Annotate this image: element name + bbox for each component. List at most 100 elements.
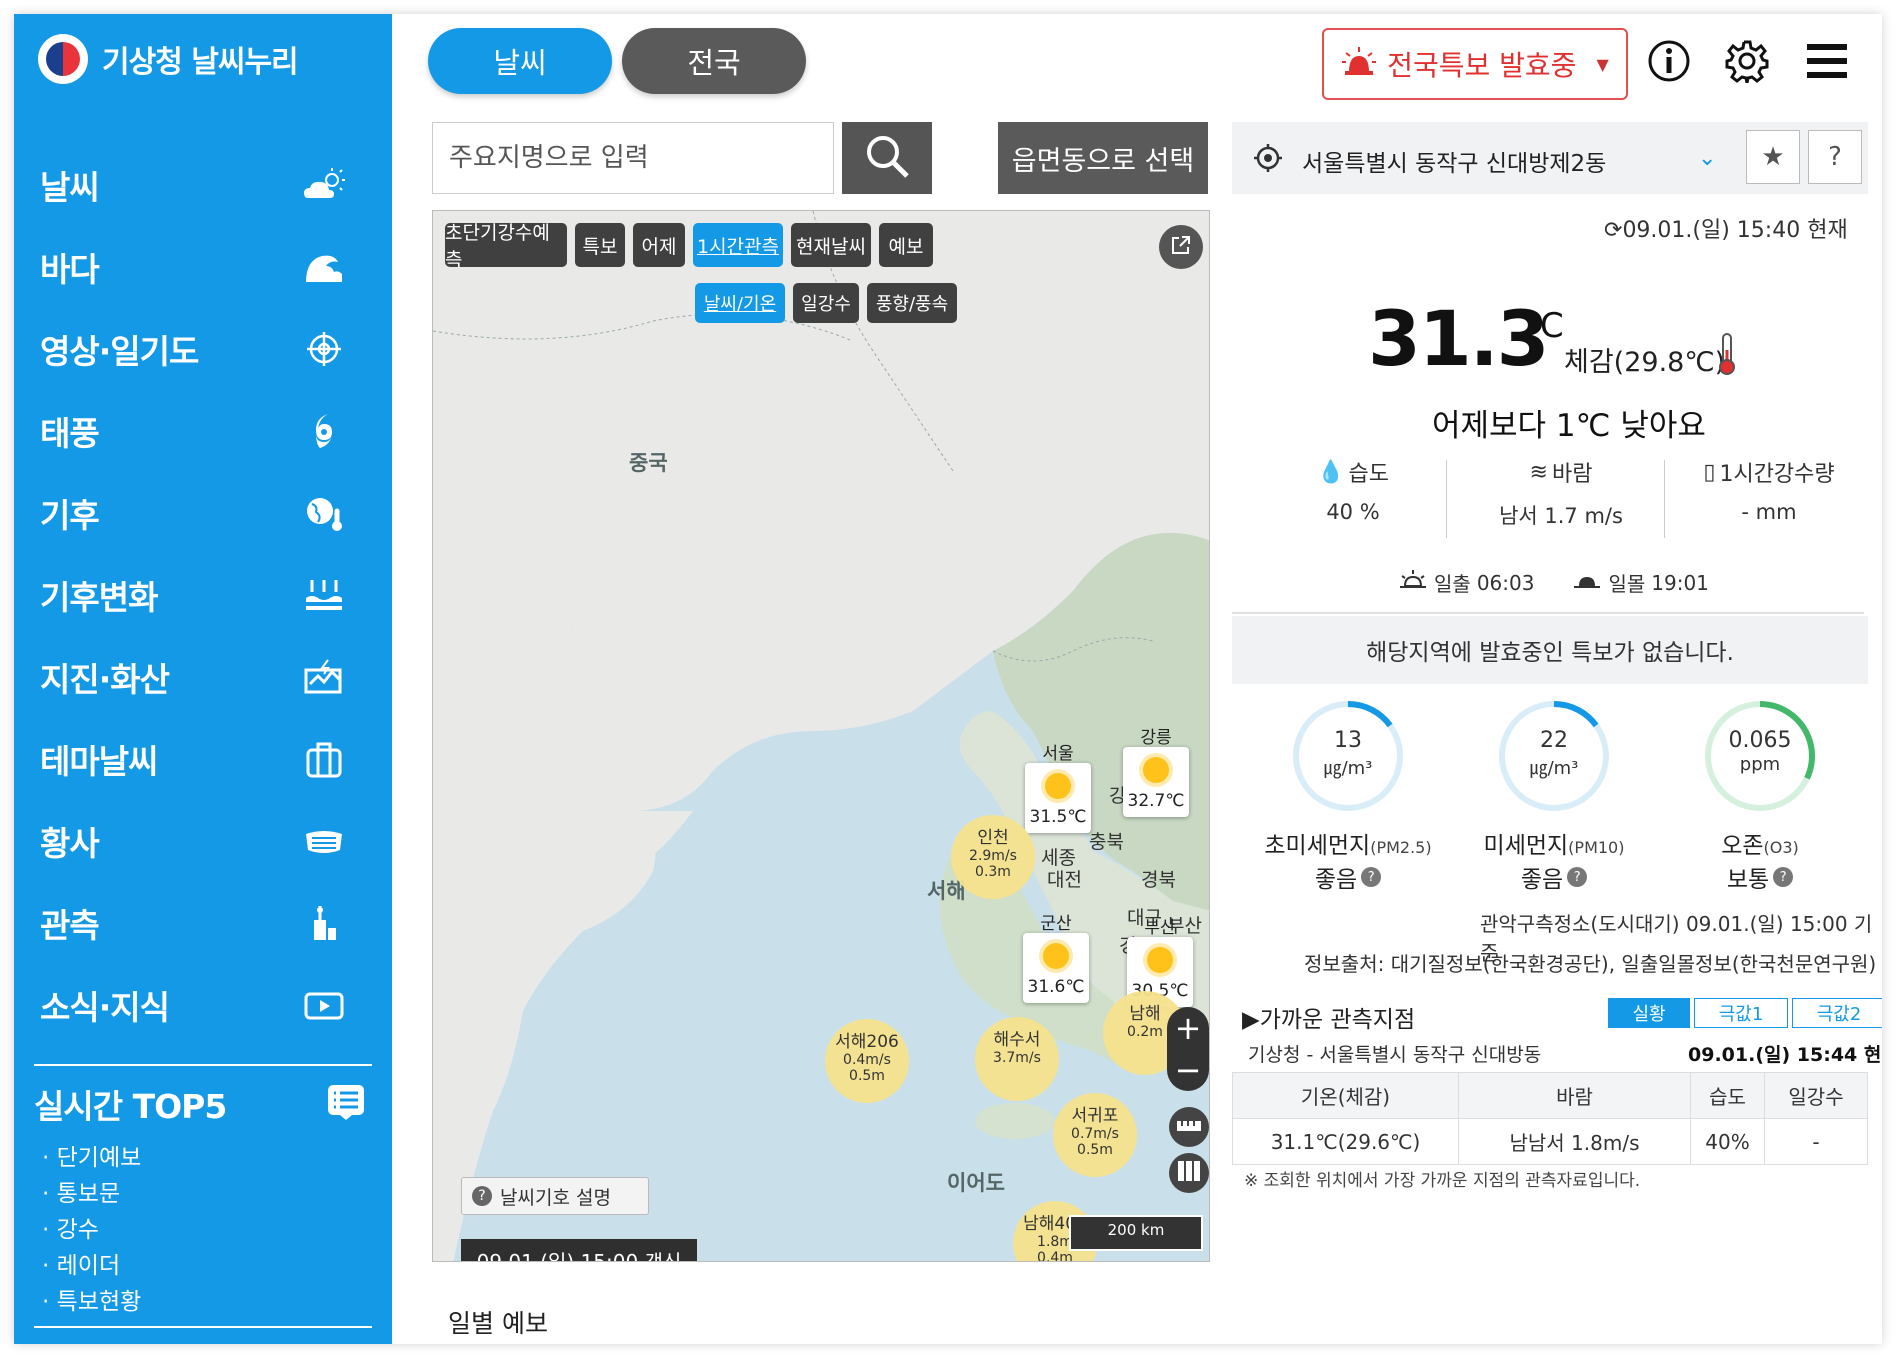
- sidebar-item-label: 황사: [40, 824, 100, 863]
- marine-station-name: 인천: [977, 828, 1009, 848]
- emd-select-button[interactable]: 읍면동으로 선택: [998, 122, 1208, 194]
- sidebar-item-yellow-dust[interactable]: 황사: [14, 800, 392, 882]
- sidebar-item-typhoon[interactable]: 태풍: [14, 390, 392, 472]
- satellite-target-icon: [298, 329, 350, 369]
- refresh-icon[interactable]: ⟳: [1604, 218, 1622, 243]
- tab-realtime[interactable]: 실황: [1608, 998, 1690, 1028]
- national-alert-dropdown[interactable]: 전국특보 발효중 ▼: [1322, 28, 1628, 100]
- hamburger-menu-icon: [1807, 41, 1847, 85]
- info-button[interactable]: [1642, 36, 1696, 90]
- map-label-china: 중국: [629, 451, 668, 475]
- table-header: 기온(체감): [1232, 1072, 1459, 1119]
- map-subtab-wind[interactable]: 풍향/풍속: [867, 283, 957, 323]
- top5-item[interactable]: 단기예보: [42, 1140, 372, 1176]
- ozone-gauge: 0.065 ppm: [1702, 698, 1818, 814]
- location-selector[interactable]: 서울특별시 동작구 신대방제2동 ⌄ ★ ?: [1232, 122, 1868, 194]
- chevron-down-icon[interactable]: ⌄: [1698, 146, 1716, 171]
- sidebar-item-earthquake[interactable]: 지진·화산: [14, 636, 392, 718]
- top5-title: 실시간 TOP5: [34, 1087, 227, 1126]
- station-temp: 31.6℃: [1027, 977, 1085, 997]
- rising-sea-icon: [298, 575, 350, 615]
- top5-item[interactable]: 특보현황: [42, 1284, 372, 1320]
- table-header: 바람: [1458, 1072, 1691, 1119]
- marine-wind: 0.4m/s: [843, 1052, 891, 1068]
- kma-logo[interactable]: 기상청 날씨누리: [38, 34, 299, 84]
- marine-station-seogwipo[interactable]: 서귀포 0.7m/s 0.5m: [1053, 1093, 1137, 1177]
- data-source: 정보출처: 대기질정보(한국환경공단), 일출일몰정보(한국천문연구원): [1304, 952, 1877, 976]
- marine-station-incheon[interactable]: 인천 2.9m/s 0.3m: [951, 815, 1035, 899]
- pm25-gauge: 13 ㎍/m³: [1290, 698, 1406, 814]
- weather-map[interactable]: 초단기강수예측 특보 어제 1시간관측 현재날씨 예보 날씨/기온 일강수 풍향…: [432, 210, 1210, 1262]
- top5-item[interactable]: 통보문: [42, 1176, 372, 1212]
- table-row: 31.1℃(29.6℃) 남남서 1.8m/s 40% -: [1232, 1118, 1868, 1165]
- weather-symbol-legend-button[interactable]: ? 날씨기호 설명: [461, 1177, 649, 1215]
- thermometer-icon: [1717, 332, 1737, 376]
- observation-tower-icon: [298, 903, 350, 943]
- sidebar-item-weather[interactable]: 날씨: [14, 144, 392, 226]
- tab-nation[interactable]: 전국: [622, 28, 806, 94]
- location-name: 서울특별시 동작구 신대방제2동: [1302, 151, 1607, 177]
- my-location-icon[interactable]: [1254, 144, 1282, 172]
- help-button[interactable]: ?: [1808, 130, 1862, 184]
- zoom-in-button[interactable]: +: [1167, 1007, 1209, 1049]
- search-icon: [863, 132, 911, 184]
- rain-label: 1시간강수량: [1719, 462, 1835, 487]
- info-icon: [1647, 39, 1691, 87]
- sidebar-item-climate-change[interactable]: 기후변화: [14, 554, 392, 636]
- sidebar-item-sea[interactable]: 바다: [14, 226, 392, 308]
- map-tab-current[interactable]: 현재날씨: [791, 223, 871, 267]
- list-board-icon[interactable]: [326, 1083, 366, 1125]
- typhoon-icon: [298, 411, 350, 451]
- station-name: 서울: [1042, 744, 1074, 764]
- map-subtab-weather-temp[interactable]: 날씨/기온: [695, 283, 785, 323]
- marine-station-haesuseo[interactable]: 해수서 3.7m/s: [975, 1017, 1059, 1101]
- search-button[interactable]: [842, 122, 932, 194]
- air-label: 오존: [1721, 833, 1764, 859]
- rain-value: - mm: [1741, 500, 1797, 524]
- tab-weather[interactable]: 날씨: [428, 28, 612, 94]
- marine-station-seohae206[interactable]: 서해206 0.4m/s 0.5m: [825, 1019, 909, 1103]
- sunny-icon: [1143, 757, 1169, 783]
- station-card-gunsan[interactable]: 군산 31.6℃: [1023, 914, 1089, 1003]
- map-tab-alert[interactable]: 특보: [575, 223, 625, 267]
- top5-item[interactable]: 강수: [42, 1212, 372, 1248]
- map-tab-yesterday[interactable]: 어제: [633, 223, 685, 267]
- table-header-row: 기온(체감) 바람 습도 일강수: [1232, 1072, 1868, 1119]
- tab-extreme-1[interactable]: 극값1: [1694, 998, 1788, 1028]
- sidebar-item-theme-weather[interactable]: 테마날씨: [14, 718, 392, 800]
- favorite-button[interactable]: ★: [1746, 130, 1800, 184]
- station-name: 부산: [1144, 918, 1176, 938]
- table-header: 일강수: [1764, 1072, 1868, 1119]
- ruler-button[interactable]: [1169, 1107, 1209, 1147]
- taegeuk-logo-icon: [38, 34, 88, 84]
- menu-button[interactable]: [1800, 36, 1854, 90]
- search-input[interactable]: [432, 122, 834, 194]
- sidebar-item-imagery[interactable]: 영상·일기도: [14, 308, 392, 390]
- layers-button[interactable]: [1169, 1153, 1209, 1193]
- gear-icon: [1725, 39, 1769, 87]
- tab-extreme-2[interactable]: 극값2: [1792, 998, 1882, 1028]
- question-icon[interactable]: ?: [1567, 867, 1588, 887]
- station-card-gangneung[interactable]: 강릉 32.7℃: [1123, 728, 1189, 817]
- map-tab-nowcast[interactable]: 초단기강수예측: [445, 222, 567, 271]
- air-code: (O3): [1763, 838, 1799, 857]
- observation-table: 기온(체감) 바람 습도 일강수 31.1℃(29.6℃) 남남서 1.8m/s…: [1232, 1072, 1868, 1165]
- map-subtab-daily-rain[interactable]: 일강수: [793, 283, 859, 323]
- marine-wave: 0.5m: [1077, 1142, 1113, 1158]
- sidebar-item-news[interactable]: 소식·지식: [14, 964, 392, 1046]
- zoom-out-button[interactable]: −: [1167, 1049, 1209, 1091]
- settings-button[interactable]: [1720, 36, 1774, 90]
- top5-list: 단기예보 통보문 강수 레이더 특보현황: [34, 1140, 372, 1320]
- top5-item[interactable]: 레이더: [42, 1248, 372, 1284]
- map-zoom-control: + −: [1167, 1007, 1209, 1091]
- sidebar-item-observation[interactable]: 관측: [14, 882, 392, 964]
- wind-label: 바람: [1551, 462, 1593, 487]
- sidebar-item-climate[interactable]: 기후: [14, 472, 392, 554]
- question-icon: ?: [472, 1186, 492, 1206]
- question-icon[interactable]: ?: [1361, 867, 1382, 887]
- pm10-unit: ㎍/m³: [1529, 758, 1579, 779]
- question-icon[interactable]: ?: [1773, 867, 1794, 887]
- map-tab-forecast[interactable]: 예보: [879, 223, 933, 267]
- map-tab-hourly-obs[interactable]: 1시간관측: [693, 223, 783, 267]
- map-expand-button[interactable]: [1159, 225, 1203, 269]
